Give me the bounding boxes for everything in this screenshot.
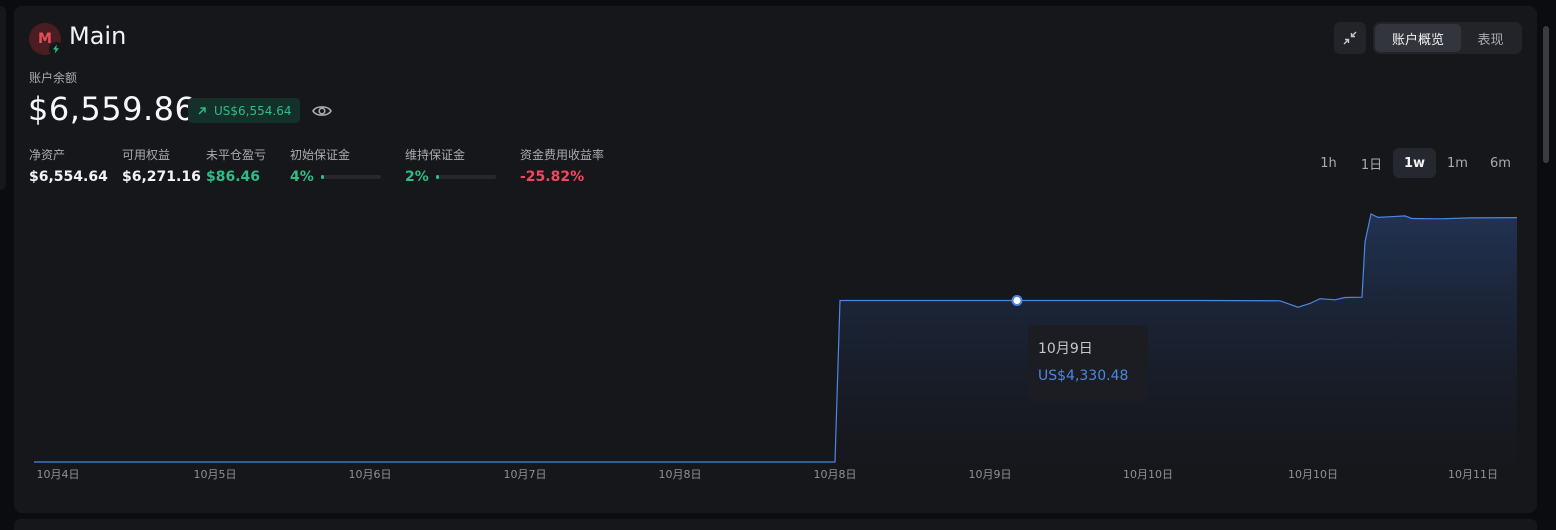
x-tick-label: 10月9日 (968, 468, 1012, 481)
x-tick-label: 10月6日 (348, 468, 392, 481)
x-tick-label: 10月8日 (813, 468, 857, 481)
highlight-point (1011, 295, 1023, 307)
x-tick-label: 10月5日 (193, 468, 237, 481)
x-tick-label: 10月4日 (36, 468, 80, 481)
tooltip-value: US$4,330.48 (1038, 368, 1129, 384)
x-tick-label: 10月7日 (503, 468, 547, 481)
x-tick-label: 10月10日 (1288, 468, 1338, 481)
balance-area (34, 214, 1517, 462)
tooltip-date: 10月9日 (1038, 341, 1093, 357)
chart-tooltip: 10月9日 US$4,330.48 (1028, 325, 1148, 401)
x-tick-label: 10月10日 (1123, 468, 1173, 481)
balance-chart[interactable] (0, 0, 1556, 530)
x-tick-label: 10月8日 (658, 468, 702, 481)
x-tick-label: 10月11日 (1448, 468, 1498, 481)
